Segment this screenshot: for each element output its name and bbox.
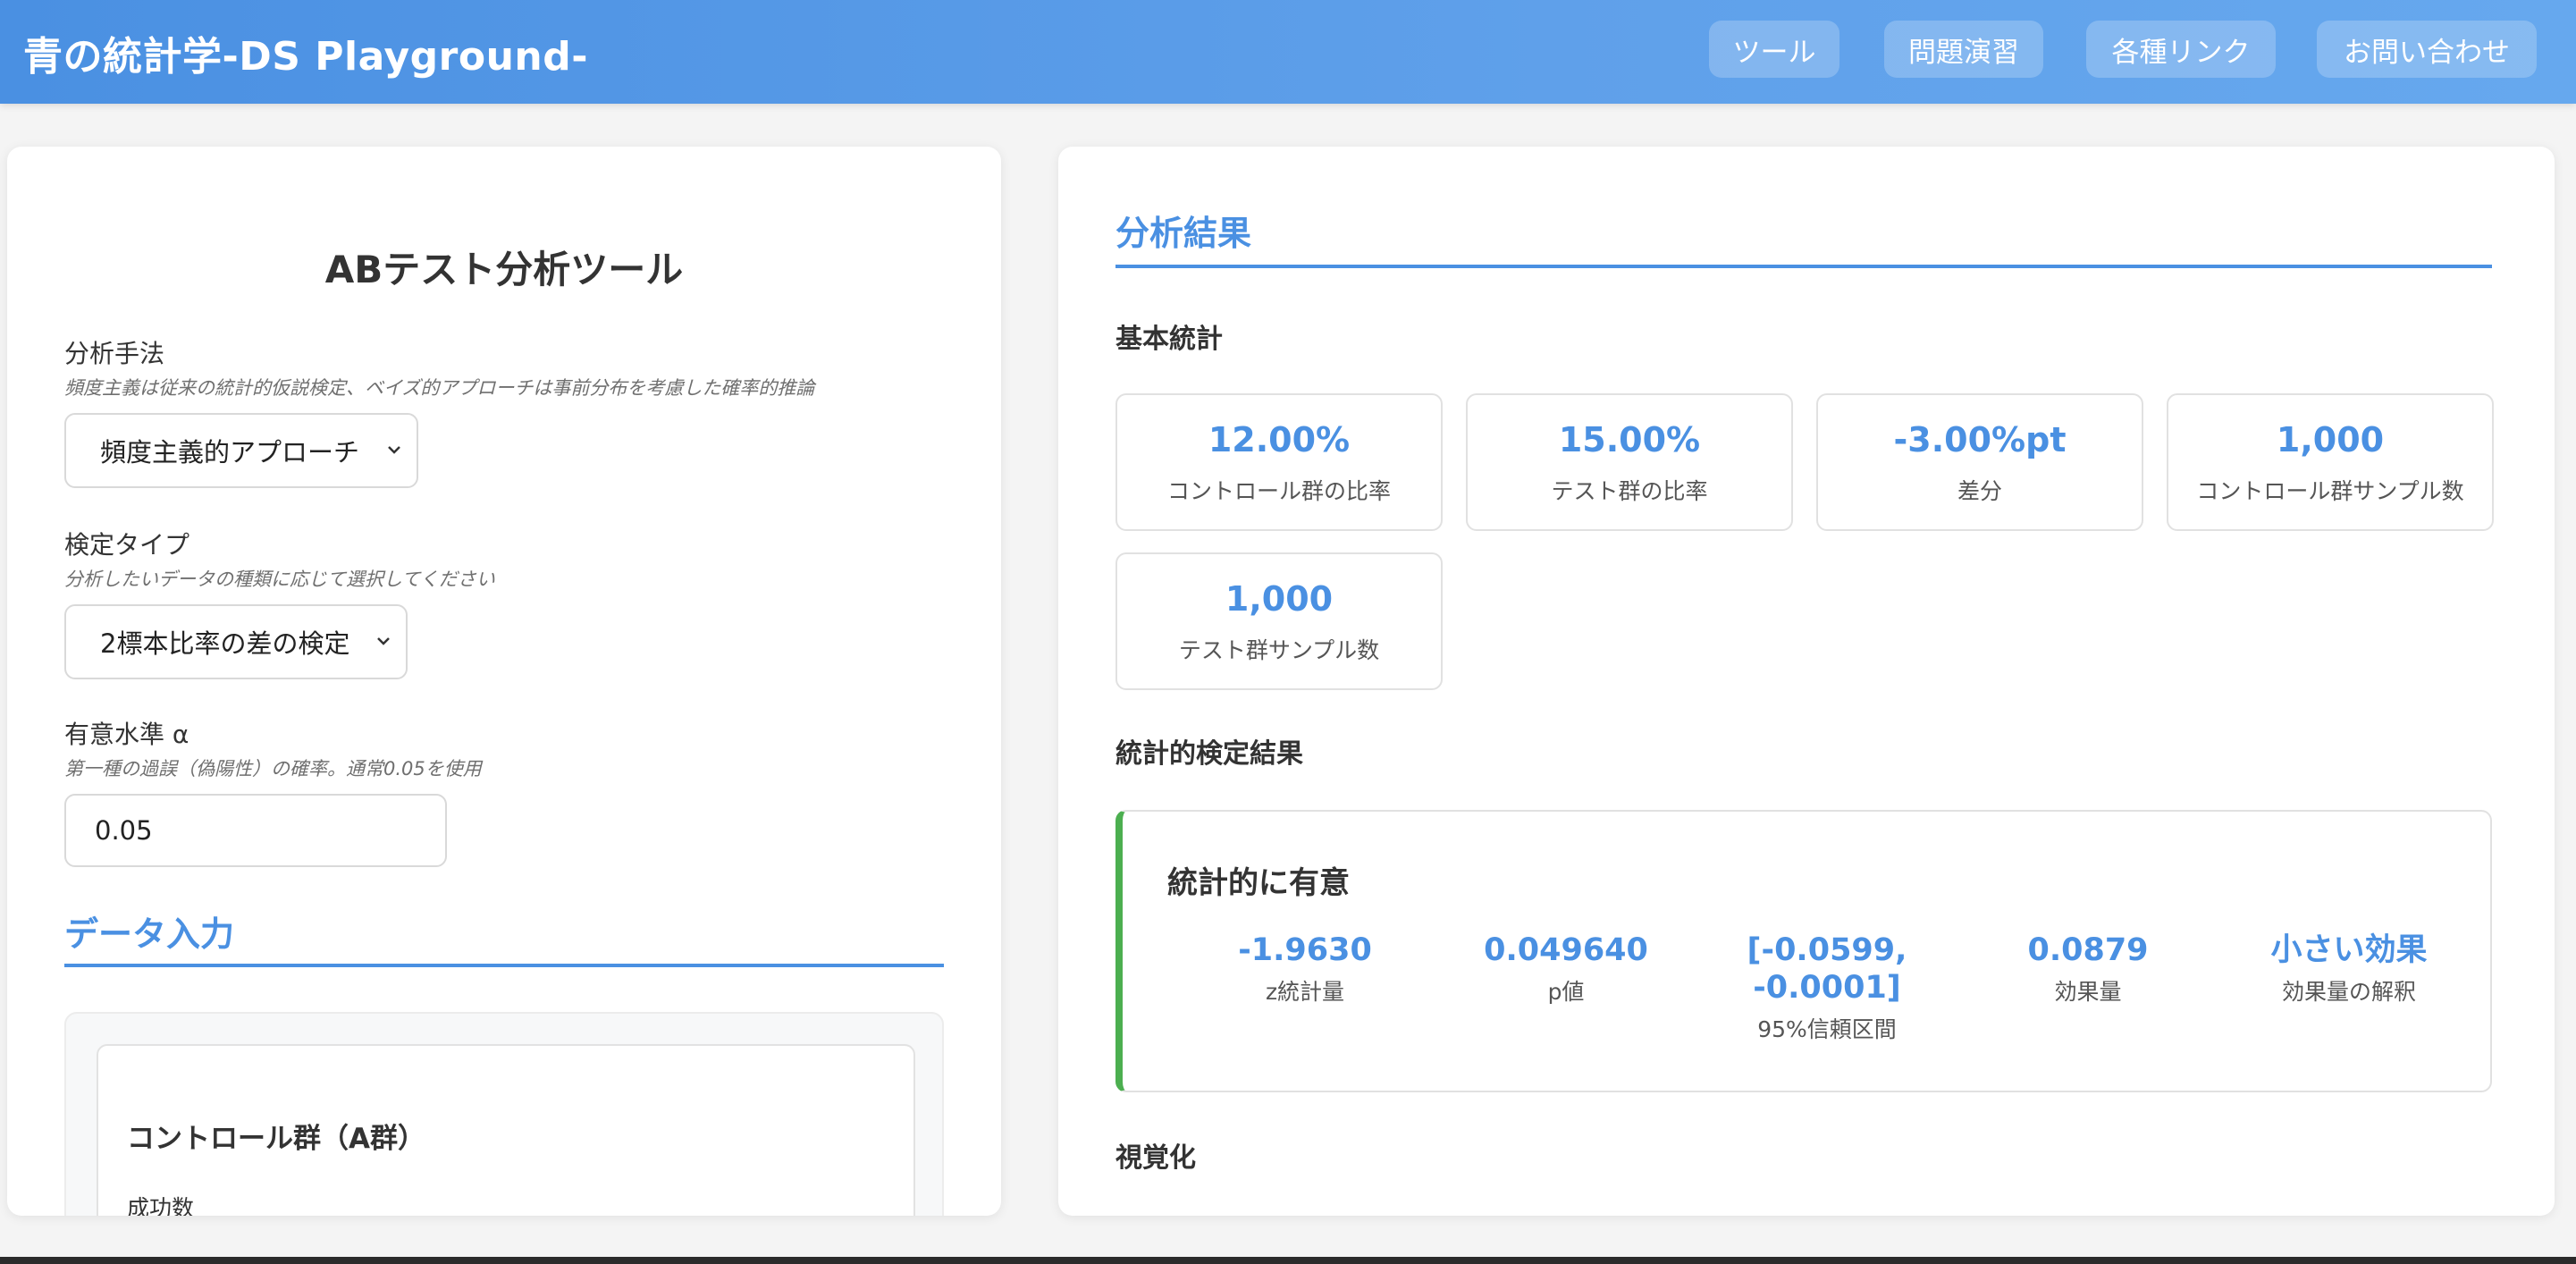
metric-label: z統計量: [1265, 979, 1345, 1005]
metric-label: 効果量: [2054, 979, 2122, 1005]
stat-label: 差分: [1957, 478, 2002, 504]
results-title: 分析結果: [1115, 214, 1252, 253]
stat-value: -3.00%pt: [1893, 420, 2067, 459]
alpha-input[interactable]: 0.05: [64, 794, 447, 867]
stat-value: 15.00%: [1558, 420, 1701, 459]
nav-links-button[interactable]: 各種リンク: [2086, 21, 2276, 78]
method-select[interactable]: 頻度主義的アプローチ: [64, 413, 418, 488]
data-input-title: データ入力: [64, 914, 235, 954]
stat-label: コントロール群の比率: [1166, 478, 1391, 504]
test-type-select-value: 2標本比率の差の検定: [100, 628, 350, 659]
input-panel: ABテスト分析ツール 分析手法 頻度主義は従来の統計的仮説検定、ベイズ的アプロー…: [7, 147, 1001, 1216]
tool-title: ABテスト分析ツール: [324, 248, 684, 291]
control-group-card: コントロール群（A群） 成功数: [97, 1044, 915, 1216]
significance-result-card: 統計的に有意 -1.9630 z統計量 0.049640 p値 [-0.0599…: [1115, 810, 2492, 1092]
results-panel: 分析結果 基本統計 12.00% コントロール群の比率 15.00% テスト群の…: [1058, 147, 2555, 1216]
nav-exercises-button[interactable]: 問題演習: [1884, 21, 2043, 78]
chevron-down-icon: [377, 637, 390, 645]
stat-label: コントロール群サンプル数: [2196, 478, 2464, 504]
metric-z-stat: -1.9630 z統計量: [1189, 931, 1421, 1007]
metric-label: 95%信頼区間: [1757, 1016, 1897, 1042]
significance-heading: 統計的に有意: [1167, 865, 1350, 901]
bottom-edge-bar: [0, 1257, 2576, 1264]
metric-label: 効果量の解釈: [2281, 979, 2416, 1005]
top-header: 青の統計学-DS Playground- ツール 問題演習 各種リンク お問い合…: [0, 0, 2576, 104]
visualization-title: 視覚化: [1115, 1142, 1196, 1174]
method-hint: 頻度主義は従来の統計的仮説検定、ベイズ的アプローチは事前分布を考慮した確率的推論: [64, 377, 815, 399]
metric-value: 0.0879: [2027, 932, 2149, 968]
metric-value: 小さい効果: [2270, 932, 2428, 968]
section-divider: [64, 964, 944, 967]
method-label: 分析手法: [64, 339, 165, 368]
site-brand[interactable]: 青の統計学-DS Playground-: [23, 24, 588, 81]
success-count-label: 成功数: [127, 1195, 195, 1216]
stat-card: 1,000 コントロール群サンプル数: [2167, 393, 2494, 531]
metric-value: -1.9630: [1238, 932, 1372, 968]
stat-value: 1,000: [2276, 420, 2385, 459]
stat-card: 1,000 テスト群サンプル数: [1115, 552, 1443, 690]
control-group-title: コントロール群（A群）: [127, 1123, 425, 1155]
stat-card: 15.00% テスト群の比率: [1466, 393, 1793, 531]
alpha-label: 有意水準 α: [64, 720, 189, 749]
stat-value: 1,000: [1225, 579, 1334, 619]
metric-effect-interpretation: 小さい効果 効果量の解釈: [2233, 931, 2465, 1007]
stat-label: テスト群サンプル数: [1178, 637, 1380, 663]
test-results-title: 統計的検定結果: [1115, 738, 1303, 770]
test-type-hint: 分析したいデータの種類に応じて選択してください: [64, 569, 495, 590]
stat-card: 12.00% コントロール群の比率: [1115, 393, 1443, 531]
nav-tools-button[interactable]: ツール: [1709, 21, 1839, 78]
results-divider: [1115, 265, 2492, 268]
metric-value: 0.049640: [1484, 932, 1648, 968]
basic-stats-title: 基本統計: [1115, 324, 1223, 355]
metric-confidence-interval: [-0.0599, -0.0001] 95%信頼区間: [1711, 931, 1943, 1044]
stat-label: テスト群の比率: [1551, 478, 1708, 504]
test-type-label: 検定タイプ: [64, 530, 190, 560]
metric-p-value: 0.049640 p値: [1450, 931, 1682, 1007]
test-type-select[interactable]: 2標本比率の差の検定: [64, 604, 408, 679]
stat-card: -3.00%pt 差分: [1816, 393, 2143, 531]
alpha-hint: 第一種の過誤（偽陽性）の確率。通常0.05を使用: [64, 758, 482, 779]
nav-contact-button[interactable]: お問い合わせ: [2317, 21, 2537, 78]
metric-label: p値: [1547, 979, 1585, 1005]
data-input-panel: コントロール群（A群） 成功数: [64, 1012, 944, 1216]
chevron-down-icon: [388, 446, 400, 454]
method-select-value: 頻度主義的アプローチ: [100, 437, 360, 468]
metric-value-line1: [-0.0599,: [1747, 932, 1907, 968]
metric-effect-size: 0.0879 効果量: [1972, 931, 2204, 1007]
stat-value: 12.00%: [1208, 420, 1351, 459]
metric-value-line2: -0.0001]: [1753, 970, 1901, 1006]
